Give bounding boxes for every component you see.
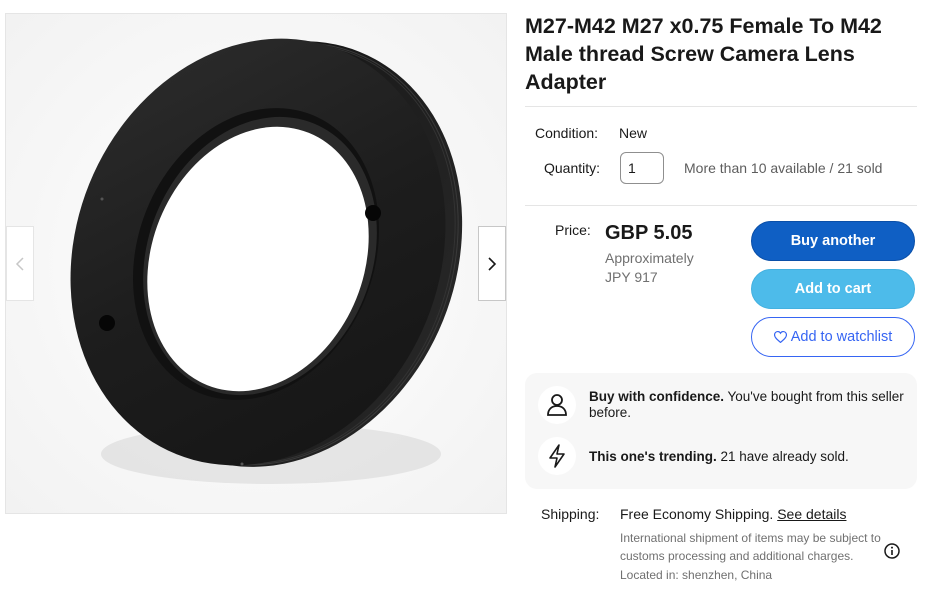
product-image[interactable] xyxy=(6,14,507,514)
quantity-label: Quantity: xyxy=(544,160,601,176)
price-label: Price: xyxy=(555,222,591,238)
shipping-value: Free Economy Shipping. See details xyxy=(620,506,846,522)
item-location: Located in: shenzhen, China xyxy=(620,568,773,582)
buy-another-button[interactable]: Buy another xyxy=(751,221,915,261)
lightning-icon xyxy=(538,437,576,475)
divider xyxy=(525,205,917,206)
quantity-input[interactable] xyxy=(620,152,664,184)
condition-label: Condition: xyxy=(535,125,599,141)
trending-text: This one's trending. 21 have already sol… xyxy=(589,449,909,465)
availability-text: More than 10 available / 21 sold xyxy=(684,160,883,176)
next-image-button[interactable] xyxy=(478,226,506,301)
shipping-note: International shipment of items may be s… xyxy=(620,531,881,563)
confidence-bold: Buy with confidence. xyxy=(589,389,725,404)
trending-bold: This one's trending. xyxy=(589,449,717,464)
approx-value: JPY 917 xyxy=(605,269,658,285)
info-icon[interactable] xyxy=(884,543,900,559)
person-icon xyxy=(538,386,576,424)
chevron-left-icon xyxy=(15,256,24,271)
shipping-label: Shipping: xyxy=(541,506,600,522)
price-approximate: Approximately JPY 917 xyxy=(605,249,735,287)
watchlist-label: Add to watchlist xyxy=(790,329,893,345)
image-gallery xyxy=(5,13,507,514)
confidence-text: Buy with confidence. You've bought from … xyxy=(589,389,909,421)
approx-label: Approximately xyxy=(605,250,694,266)
add-to-cart-button[interactable]: Add to cart xyxy=(751,269,915,309)
price-value: GBP 5.05 xyxy=(605,222,693,244)
heart-icon xyxy=(773,331,787,343)
add-to-watchlist-button[interactable]: Add to watchlist xyxy=(751,317,915,357)
previous-image-button[interactable] xyxy=(6,226,34,301)
shipping-method: Free Economy Shipping. xyxy=(620,506,774,522)
chevron-right-icon xyxy=(488,256,497,271)
divider xyxy=(525,106,917,107)
product-title: M27-M42 M27 x0.75 Female To M42 Male thr… xyxy=(525,14,882,94)
see-details-link[interactable]: See details xyxy=(777,506,846,522)
trending-detail: 21 have already sold. xyxy=(716,449,849,464)
condition-value: New xyxy=(619,125,648,141)
